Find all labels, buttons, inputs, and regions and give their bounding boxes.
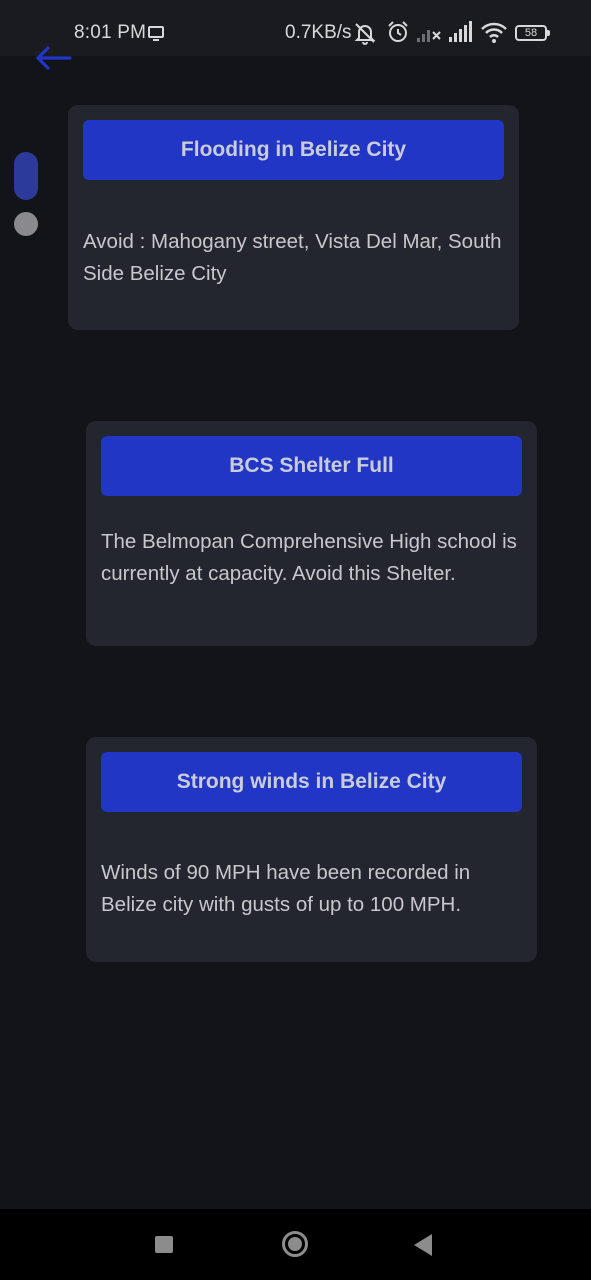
network-speed: 0.7KB/s [285,22,352,43]
screen-cast-icon [148,26,164,41]
alert-title[interactable]: Flooding in Belize City [83,120,504,180]
battery-icon: 58 [515,25,550,41]
recent-apps-icon[interactable] [155,1236,173,1253]
system-nav-bar [0,1209,591,1280]
alert-title[interactable]: BCS Shelter Full [101,436,522,496]
alert-card-winds: Strong winds in Belize City Winds of 90 … [86,737,537,962]
wifi-icon [481,22,507,43]
signal-icon [449,21,472,42]
back-button[interactable] [34,42,74,74]
page-indicator-active[interactable] [14,152,38,200]
page-indicator [14,152,38,236]
arrow-left-icon [36,46,72,70]
alert-body: The Belmopan Comprehensive High school i… [101,530,517,585]
alert-body: Avoid : Mahogany street, Vista Del Mar, … [83,230,502,285]
status-time: 8:01 PM [74,22,147,43]
app-screen: 8:01 PM 0.7KB/s 58 Flooding in Belize Ci… [0,0,591,1280]
alert-card-shelter: BCS Shelter Full The Belmopan Comprehens… [86,421,537,646]
back-icon[interactable] [414,1234,432,1256]
signal-no-service-icon [417,30,441,42]
muted-bell-icon [354,23,376,45]
page-indicator-dot[interactable] [14,212,38,236]
alert-title[interactable]: Strong winds in Belize City [101,752,522,812]
alarm-icon [388,21,408,42]
alert-card-flooding: Flooding in Belize City Avoid : Mahogany… [68,105,519,330]
alert-body: Winds of 90 MPH have been recorded in Be… [101,861,471,916]
home-icon[interactable] [282,1231,308,1257]
status-bar: 8:01 PM 0.7KB/s 58 [0,0,591,56]
